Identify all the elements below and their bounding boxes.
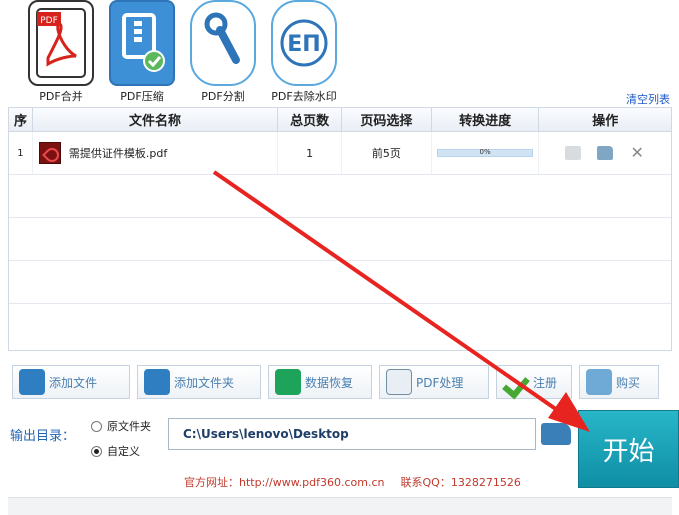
pdf-watermark-remove-icon: EП: [271, 0, 337, 86]
buy-button[interactable]: 购买: [579, 365, 659, 399]
radio-dot[interactable]: [91, 420, 102, 432]
col-pages-header: 总页数: [278, 108, 342, 131]
radio-original-folder[interactable]: 原文件夹: [91, 418, 151, 434]
radio-custom-label: 自定义: [107, 445, 140, 458]
row-pages: 1: [278, 132, 342, 174]
table-row-empty: [9, 218, 671, 261]
pdf-process-button[interactable]: PDF处理: [379, 365, 489, 399]
print-icon[interactable]: [565, 146, 582, 160]
table-row-empty: [9, 175, 671, 218]
add-file-label: 添加文件: [49, 375, 98, 390]
pdf-file-icon: [38, 142, 61, 164]
watermark-badge: EП: [287, 32, 320, 57]
row-filename-cell: 需提供证件模板.pdf: [33, 132, 279, 174]
progress-text: 0%: [479, 148, 491, 156]
row-progress-cell: 0%: [432, 132, 540, 174]
radio-dot-selected[interactable]: [91, 445, 102, 457]
website-link[interactable]: 官方网址：http://www.pdf360.com.cn: [184, 474, 385, 490]
buy-label: 购买: [616, 375, 641, 390]
footer: 官方网址：http://www.pdf360.com.cn 联系QQ：13282…: [184, 474, 521, 490]
progress-bar: 0%: [437, 148, 534, 157]
pdf-merge-icon: PDF: [28, 0, 94, 86]
clear-list-link[interactable]: 清空列表: [626, 91, 670, 107]
add-file-button[interactable]: 添加文件: [12, 365, 130, 399]
document-icon: [386, 369, 412, 395]
pdf-compress-icon: [109, 0, 175, 86]
tool-pdf-compress[interactable]: PDF压缩: [99, 0, 185, 104]
col-progress-header: 转换进度: [432, 108, 540, 131]
remove-icon[interactable]: ✕: [629, 145, 645, 161]
col-index-header: 序: [9, 108, 33, 131]
pdf-badge: PDF: [40, 16, 58, 26]
file-table: 序 文件名称 总页数 页码选择 转换进度 操作 1 需提供证件模板.pdf 1 …: [8, 107, 672, 351]
output-dir-label: 输出目录：: [10, 429, 76, 444]
row-actions-cell: ✕: [539, 132, 671, 174]
tool-label: PDF分割: [201, 90, 245, 103]
radio-custom-folder[interactable]: 自定义: [91, 443, 140, 459]
pdf-split-icon: [190, 0, 256, 86]
recovery-icon: [275, 369, 301, 395]
pdf-process-label: PDF处理: [416, 375, 464, 390]
tool-label: PDF去除水印: [271, 90, 337, 103]
status-strip: [8, 497, 672, 515]
add-folder-icon: [144, 369, 170, 395]
shopping-bag-icon: [586, 369, 612, 395]
output-path-input[interactable]: [168, 418, 536, 450]
tool-label: PDF压缩: [120, 90, 164, 103]
table-row[interactable]: 1 需提供证件模板.pdf 1 前5页 0% ✕: [9, 132, 671, 175]
radio-original-label: 原文件夹: [107, 420, 151, 433]
checkmark-icon: [503, 369, 529, 395]
tool-pdf-split[interactable]: PDF分割: [180, 0, 266, 104]
contact-qq: 联系QQ：1328271526: [400, 476, 521, 489]
add-folder-label: 添加文件夹: [174, 375, 235, 390]
table-row-empty: [9, 304, 671, 347]
add-file-icon: [19, 369, 45, 395]
row-index: 1: [9, 132, 33, 174]
open-folder-icon[interactable]: [597, 146, 614, 160]
register-label: 注册: [533, 375, 558, 390]
start-button[interactable]: 开始: [578, 410, 679, 488]
add-folder-button[interactable]: 添加文件夹: [137, 365, 261, 399]
browse-folder-icon[interactable]: [541, 423, 571, 445]
table-row-empty: [9, 261, 671, 304]
col-filename-header: 文件名称: [33, 108, 279, 131]
tool-pdf-watermark-remove[interactable]: EП PDF去除水印: [261, 0, 347, 104]
register-button[interactable]: 注册: [496, 365, 572, 399]
tool-pdf-merge[interactable]: PDF PDF合并: [18, 0, 104, 104]
data-recovery-label: 数据恢复: [305, 375, 354, 390]
row-page-range[interactable]: 前5页: [342, 132, 432, 174]
tool-label: PDF合并: [39, 90, 83, 103]
col-actions-header: 操作: [592, 114, 619, 129]
data-recovery-button[interactable]: 数据恢复: [268, 365, 372, 399]
action-bar: 添加文件 添加文件夹 数据恢复 PDF处理 注册 购买: [12, 365, 659, 399]
table-header: 序 文件名称 总页数 页码选择 转换进度 操作: [9, 108, 671, 132]
row-filename: 需提供证件模板.pdf: [68, 147, 168, 160]
col-page-range-header: 页码选择: [342, 108, 432, 131]
